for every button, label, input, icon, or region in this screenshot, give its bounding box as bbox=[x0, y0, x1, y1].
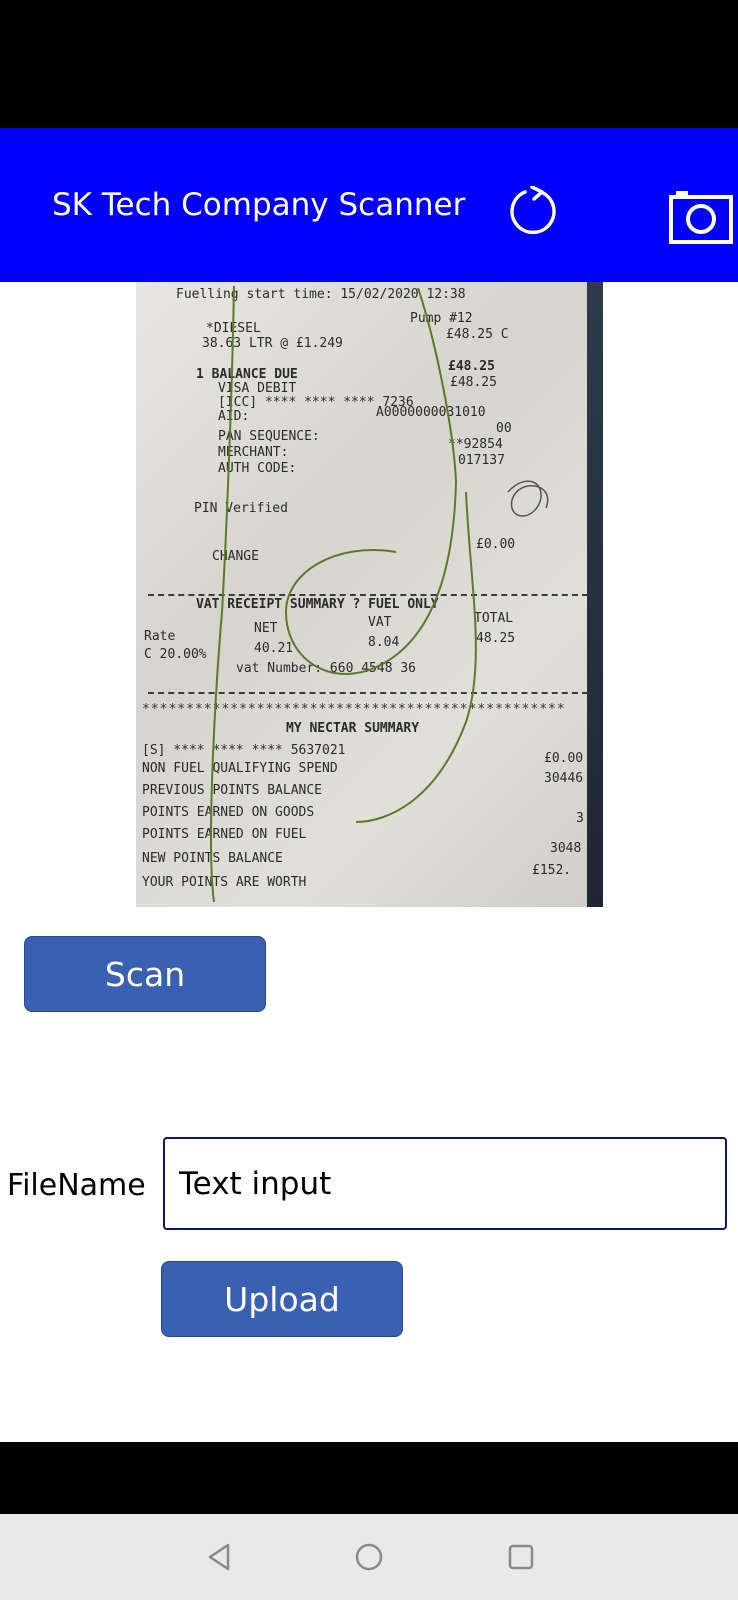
receipt-line: £48.25 bbox=[448, 359, 495, 374]
app-title: SK Tech Company Scanner bbox=[52, 187, 466, 223]
receipt-line: £152. bbox=[532, 863, 572, 878]
receipt-line: VAT RECEIPT SUMMARY ? FUEL ONLY bbox=[196, 597, 439, 612]
scan-button[interactable]: Scan bbox=[24, 936, 266, 1012]
system-navigation-bar bbox=[0, 1514, 738, 1600]
receipt-line: vat Number: 660 4548 36 bbox=[236, 661, 417, 676]
upload-button[interactable]: Upload bbox=[161, 1261, 403, 1337]
filename-input[interactable] bbox=[163, 1137, 727, 1230]
receipt-image: Fuelling start time: 15/02/2020 12:38 *D… bbox=[136, 282, 603, 907]
back-triangle-icon[interactable] bbox=[204, 1541, 236, 1573]
receipt-line: AUTH CODE: bbox=[218, 461, 297, 476]
receipt-line: MY NECTAR SUMMARY bbox=[286, 721, 420, 736]
app-header: SK Tech Company Scanner bbox=[0, 128, 738, 282]
receipt-line: NON FUEL QUALIFYING SPEND bbox=[142, 761, 338, 776]
refresh-icon[interactable] bbox=[508, 186, 558, 236]
receipt-background-edge bbox=[587, 282, 603, 907]
receipt-line: 3 bbox=[576, 811, 584, 826]
receipt-line: PIN Verified bbox=[194, 501, 288, 516]
receipt-line: VISA DEBIT bbox=[218, 381, 297, 396]
receipt-divider bbox=[148, 692, 588, 694]
receipt-line: TOTAL bbox=[474, 611, 514, 626]
receipt-line: 1 BALANCE DUE bbox=[196, 367, 298, 382]
receipt-line: Pump #12 bbox=[410, 311, 473, 326]
receipt-line: 00 bbox=[496, 421, 512, 436]
receipt-line: £48.25 C bbox=[446, 327, 509, 342]
receipt-line: £48.25 bbox=[450, 375, 497, 390]
receipt-line: **92854 bbox=[448, 437, 503, 452]
receipt-line: C 20.00% bbox=[144, 647, 207, 662]
receipt-line: 3048 bbox=[550, 841, 582, 856]
receipt-line: 38.63 LTR @ £1.249 bbox=[202, 336, 343, 351]
receipt-line: 48.25 bbox=[476, 631, 516, 646]
receipt-line: 8.04 bbox=[368, 635, 400, 650]
receipt-line: £0.00 bbox=[544, 751, 584, 766]
receipt-line: [S] **** **** **** 5637021 bbox=[142, 743, 346, 758]
receipt-line: PAN SEQUENCE: bbox=[218, 429, 320, 444]
receipt-line: A0000000031010 bbox=[376, 405, 486, 420]
receipt-line: £0.00 bbox=[476, 537, 516, 552]
receipt-divider bbox=[148, 594, 588, 596]
status-bar bbox=[0, 0, 738, 128]
receipt-line: 30446 bbox=[544, 771, 584, 786]
recents-square-icon[interactable] bbox=[505, 1541, 537, 1573]
app-footer-band bbox=[0, 1442, 738, 1514]
receipt-stars: ****************************************… bbox=[142, 702, 566, 717]
receipt-line: YOUR POINTS ARE WORTH bbox=[142, 875, 307, 890]
filename-label: FileName bbox=[7, 1168, 146, 1203]
receipt-line: NET bbox=[254, 621, 278, 636]
home-circle-icon[interactable] bbox=[353, 1541, 385, 1573]
receipt-line: MERCHANT: bbox=[218, 445, 289, 460]
receipt-line: POINTS EARNED ON FUEL bbox=[142, 827, 307, 842]
receipt-line: Fuelling start time: 15/02/2020 12:38 bbox=[176, 287, 466, 302]
receipt-line: *DIESEL bbox=[206, 321, 261, 336]
receipt-line: 017137 bbox=[458, 453, 505, 468]
receipt-line: VAT bbox=[368, 615, 392, 630]
receipt-line: CHANGE bbox=[212, 549, 259, 564]
receipt-line: POINTS EARNED ON GOODS bbox=[142, 805, 315, 820]
receipt-line: Rate bbox=[144, 629, 176, 644]
camera-icon[interactable] bbox=[668, 187, 734, 245]
receipt-line: PREVIOUS POINTS BALANCE bbox=[142, 783, 323, 798]
receipt-line: NEW POINTS BALANCE bbox=[142, 851, 283, 866]
receipt-line: 40.21 bbox=[254, 641, 294, 656]
receipt-line: AID: bbox=[218, 409, 250, 424]
